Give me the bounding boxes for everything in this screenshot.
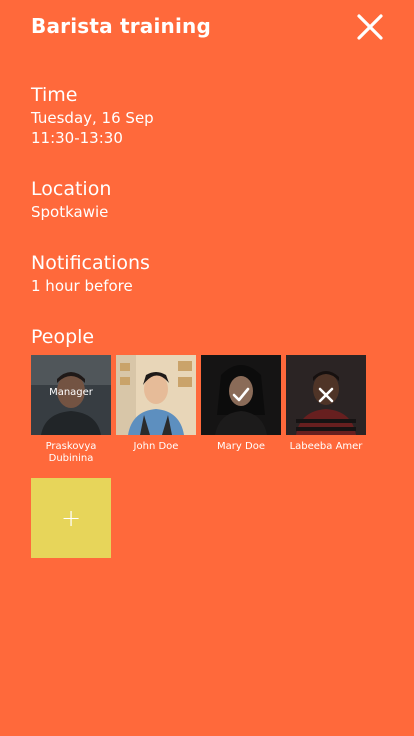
person-name: John Doe xyxy=(133,441,179,452)
time-date: Tuesday, 16 Sep xyxy=(31,109,154,127)
avatar[interactable] xyxy=(116,355,196,435)
people-heading: People xyxy=(31,326,95,348)
avatar[interactable] xyxy=(286,355,366,435)
add-person-button[interactable]: + xyxy=(31,478,111,558)
role-badge: Manager xyxy=(49,387,93,398)
person-card[interactable]: Manager Praskovya Dubinina xyxy=(31,355,111,465)
location-heading: Location xyxy=(31,178,112,200)
plus-icon: + xyxy=(60,504,82,532)
close-icon[interactable] xyxy=(354,11,386,43)
person-name: Praskovya Dubinina xyxy=(45,441,97,464)
person-card[interactable]: John Doe xyxy=(116,355,196,465)
page-title: Barista training xyxy=(31,14,212,38)
location-value: Spotkawie xyxy=(31,203,109,221)
time-heading: Time xyxy=(31,84,78,106)
person-card[interactable]: Labeeba Amer xyxy=(286,355,366,465)
check-icon xyxy=(232,387,250,402)
person-name: Labeeba Amer xyxy=(289,441,363,452)
avatar-photo xyxy=(116,355,196,435)
person-card[interactable]: Mary Doe xyxy=(201,355,281,465)
person-name: Mary Doe xyxy=(217,441,265,452)
notifications-heading: Notifications xyxy=(31,252,150,274)
avatar[interactable] xyxy=(201,355,281,435)
notifications-value: 1 hour before xyxy=(31,277,133,295)
people-list: Manager Praskovya Dubinina John Doe Mary… xyxy=(31,355,366,465)
avatar[interactable]: Manager xyxy=(31,355,111,435)
cross-icon xyxy=(318,387,334,403)
time-range: 11:30-13:30 xyxy=(31,129,123,147)
close-button[interactable] xyxy=(354,11,386,43)
